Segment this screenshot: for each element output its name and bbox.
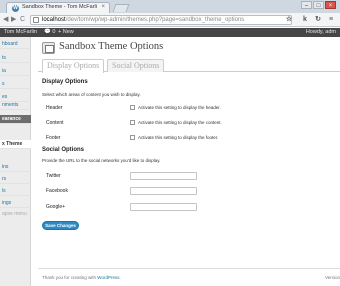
social-options-description: Provide the URL to the social networks y… — [42, 158, 161, 163]
header-checkbox[interactable] — [130, 105, 135, 110]
sidebar-item-comments[interactable]: nments — [0, 101, 31, 110]
page-title: Sandbox Theme Options — [59, 41, 164, 52]
sidebar-item-appearance[interactable]: earance — [0, 115, 31, 124]
header-checkbox-label[interactable]: Activate this setting to display the hea… — [138, 105, 221, 110]
footer-checkbox[interactable] — [130, 135, 135, 140]
reload-button[interactable]: C — [20, 16, 25, 24]
wp-admin-bar: Tom McFarlin 💬 0 + New Howdy, adm — [0, 28, 340, 37]
display-options-heading: Display Options — [42, 79, 88, 85]
sidebar-item-links[interactable]: s — [0, 80, 31, 89]
admin-bar-comments[interactable]: 💬 0 — [44, 29, 55, 35]
content-label: Content — [46, 120, 64, 126]
google-plus-label: Google+ — [46, 204, 66, 210]
forward-button[interactable]: ▶ — [11, 16, 16, 24]
sidebar-item-dashboard[interactable]: hboard — [0, 40, 31, 49]
sidebar-item-sandbox-theme[interactable]: x Theme — [0, 140, 31, 149]
maximize-button[interactable]: □ — [313, 1, 324, 9]
main-content: Sandbox Theme Options Display Options So… — [38, 37, 340, 286]
refresh-extension-icon[interactable]: ↻ — [313, 15, 323, 25]
sidebar-item-media[interactable]: ia — [0, 67, 31, 76]
content-checkbox[interactable] — [130, 120, 135, 125]
address-bar[interactable]: localhost/dev/tom/wp/wp-admin/themes.php… — [30, 15, 292, 25]
browser-tab-strip: W Sandbox Theme - Tom McFarli × – □ × — [0, 0, 340, 13]
footer-credit: Thank you for creating with WordPress. — [42, 275, 121, 280]
window-controls: – □ × — [301, 1, 336, 9]
tab-social-options[interactable]: Social Options — [107, 59, 165, 72]
klout-extension-icon[interactable]: k — [300, 15, 310, 25]
display-options-description: Select which areas of content you wish t… — [42, 92, 141, 97]
footer-checkbox-label[interactable]: Activate this setting to display the foo… — [138, 135, 218, 140]
footer-divider — [38, 268, 340, 269]
admin-sidebar: hboard ts ia s es nments earance x Theme… — [0, 37, 31, 286]
twitter-input[interactable] — [130, 172, 197, 180]
menu-icon[interactable]: ≡ — [326, 15, 336, 25]
tab-close-icon[interactable]: × — [101, 4, 105, 10]
new-tab-button[interactable] — [112, 4, 130, 12]
admin-bar-new[interactable]: + New — [58, 29, 74, 35]
footer-label: Footer — [46, 135, 61, 141]
admin-bar-howdy[interactable]: Howdy, adm — [306, 29, 336, 35]
admin-bar-site-name[interactable]: Tom McFarlin — [4, 29, 37, 35]
browser-toolbar: ◀ ▶ C localhost/dev/tom/wp/wp-admin/them… — [0, 13, 340, 27]
content-checkbox-label[interactable]: Activate this setting to display the con… — [138, 120, 222, 125]
sidebar-collapse-menu[interactable]: apse menu — [0, 210, 31, 219]
url-host: localhost — [42, 17, 66, 23]
browser-tab-title: Sandbox Theme - Tom McFarli — [22, 4, 97, 10]
sidebar-item-settings[interactable]: ings — [0, 199, 31, 208]
url-text: localhost/dev/tom/wp/wp-admin/themes.php… — [42, 17, 244, 23]
tab-display-options[interactable]: Display Options — [42, 59, 105, 73]
header-label: Header — [46, 105, 63, 111]
facebook-label: Facebook — [46, 188, 68, 194]
bookmark-star-icon[interactable]: ☆ — [284, 15, 294, 25]
page-icon — [33, 17, 39, 23]
url-path: /dev/tom/wp/wp-admin/themes.php?page=san… — [65, 17, 245, 23]
twitter-label: Twitter — [46, 173, 61, 179]
comment-icon: 💬 — [44, 29, 51, 35]
footer-suffix: . — [119, 275, 121, 280]
sidebar-item-users[interactable]: rs — [0, 175, 31, 184]
wordpress-favicon-icon: W — [12, 5, 19, 12]
sidebar-item-tools[interactable]: ls — [0, 187, 31, 196]
sidebar-item-posts[interactable]: ts — [0, 54, 31, 63]
social-options-heading: Social Options — [42, 147, 85, 153]
footer-prefix: Thank you for creating with — [42, 275, 98, 280]
wordpress-link[interactable]: WordPress — [97, 275, 119, 280]
appearance-icon — [42, 42, 55, 54]
minimize-button[interactable]: – — [301, 1, 312, 9]
close-window-button[interactable]: × — [325, 1, 336, 9]
save-changes-button[interactable]: Save Changes — [42, 221, 79, 230]
sidebar-item-plugins[interactable]: ins — [0, 163, 31, 172]
browser-tab[interactable]: W Sandbox Theme - Tom McFarli × — [6, 2, 110, 13]
comments-count: 0 — [52, 29, 56, 35]
footer-version: Version — [324, 275, 340, 280]
facebook-input[interactable] — [130, 187, 197, 195]
google-plus-input[interactable] — [130, 203, 197, 211]
back-button[interactable]: ◀ — [3, 16, 8, 24]
